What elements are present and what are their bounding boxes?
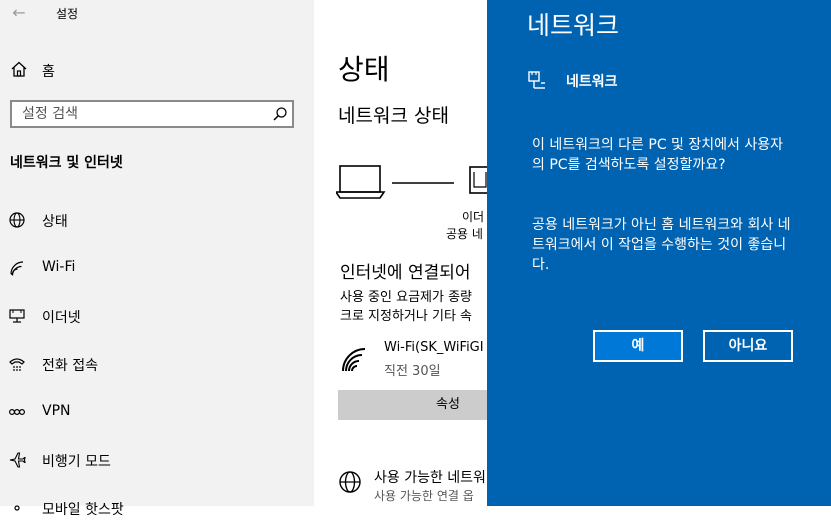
home-nav-item[interactable]: 홈 <box>0 54 314 84</box>
diagram-label-network: 공용 네 <box>446 227 483 241</box>
flyout-recommendation-text: 공용 네트워크가 아닌 홈 네트워크와 회사 네트워크에서 이 작업을 수행하는… <box>532 217 791 273</box>
wifi-usage-period: 직전 30일 <box>384 364 441 379</box>
sidebar-item-vpn[interactable]: VPN <box>0 394 314 430</box>
sidebar-item-label: VPN <box>42 403 71 419</box>
sidebar-item-label: 이더넷 <box>42 310 81 326</box>
settings-search-input[interactable] <box>10 100 294 128</box>
no-button[interactable]: 아니요 <box>703 330 793 362</box>
sidebar-item-label: 비행기 모드 <box>42 454 111 470</box>
sidebar-item-label: 상태 <box>42 214 68 230</box>
wifi-network-name: Wi-Fi(SK_WiFiGI <box>384 340 484 355</box>
sidebar-item-label: 모바일 핫스팟 <box>42 502 124 518</box>
wifi-signal-icon <box>342 348 366 372</box>
yes-button[interactable]: 예 <box>593 330 683 362</box>
network-status-title: 네트워크 상태 <box>338 105 449 127</box>
search-icon[interactable] <box>272 106 288 122</box>
page-title: 상태 <box>338 53 390 86</box>
sidebar-item-ethernet[interactable]: 이더넷 <box>0 298 314 334</box>
back-button[interactable]: ← <box>8 2 30 24</box>
laptop-icon <box>336 165 386 199</box>
home-label: 홈 <box>42 64 55 80</box>
sidebar-item-hotspot[interactable]: 모바일 핫스팟 <box>0 490 314 526</box>
sidebar-item-dialup[interactable]: 전화 접속 <box>0 346 314 382</box>
wifi-icon <box>10 261 24 276</box>
sidebar-item-status[interactable]: 상태 <box>0 202 314 238</box>
app-title: 설정 <box>56 7 79 21</box>
globe-icon <box>339 471 361 493</box>
available-networks-link[interactable]: 사용 가능한 네트워 <box>374 467 486 487</box>
connection-description: 사용 중인 요금제가 종량 <box>340 290 472 305</box>
hotspot-icon <box>14 505 20 511</box>
sidebar-item-airplane[interactable]: 비행기 모드 <box>0 442 314 478</box>
sidebar-item-label: 전화 접속 <box>42 358 98 374</box>
sidebar-item-label: Wi-Fi <box>42 259 76 275</box>
connection-status: 인터넷에 연결되어 <box>340 263 471 283</box>
home-icon <box>11 61 27 77</box>
sidebar-item-wifi[interactable]: Wi-Fi <box>0 250 314 286</box>
sidebar: ← 설정 홈 네트워크 및 인터넷 상태 Wi-Fi <box>0 0 314 518</box>
flyout-network-name: 네트워크 <box>566 74 618 90</box>
ethernet-icon <box>528 71 545 89</box>
ethernet-icon <box>9 309 25 323</box>
airplane-icon <box>9 452 26 468</box>
title-bar: ← 설정 <box>0 0 314 28</box>
diagram-label-adapter: 이더 <box>462 210 485 224</box>
connection-description: 크로 지정하거나 기타 속 <box>340 309 472 324</box>
available-networks-desc: 사용 가능한 연결 옵 <box>374 489 474 503</box>
vpn-icon <box>8 408 26 416</box>
arrow-left-icon: ← <box>12 3 26 22</box>
flyout-title: 네트워크 <box>527 11 620 40</box>
network-flyout: 네트워크 네트워크 이 네트워크의 다른 PC 및 장치에서 사용자의 PC를 … <box>487 0 831 506</box>
flyout-question-text: 이 네트워크의 다른 PC 및 장치에서 사용자의 PC를 검색하도록 설정할까… <box>532 137 783 173</box>
dialup-icon <box>9 358 25 371</box>
section-title: 네트워크 및 인터넷 <box>10 155 123 171</box>
globe-icon <box>9 212 25 228</box>
